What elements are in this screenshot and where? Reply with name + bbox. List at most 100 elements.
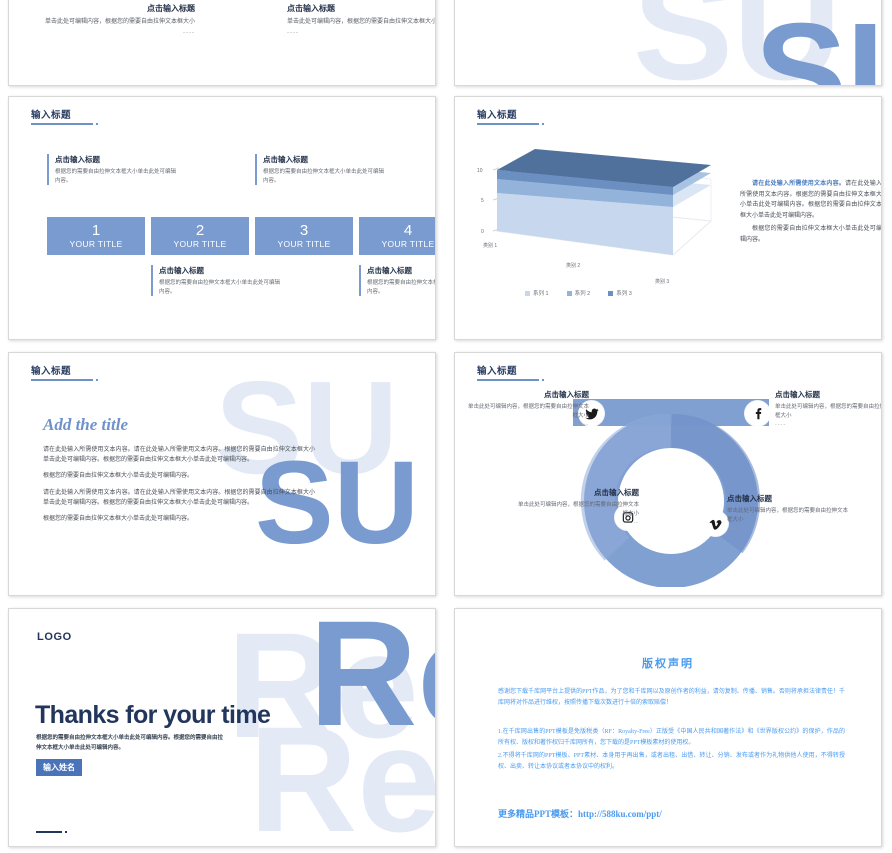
slide-copyright[interactable]: 版权声明 感谢您下载千库网平台上提供的PPT作品，为了您和千库网以及原创作者的利…: [454, 608, 882, 847]
slide-four-steps[interactable]: 输入标题 点击输入标题 根据您的需要自由拉伸文本框大小单击此处可编辑内容。 点击…: [8, 96, 436, 340]
slide-chart[interactable]: 输入标题 0 5 10 类别 1 类别 2 类别 3 系列 1 系列 2 系列 …: [454, 96, 882, 340]
more-templates-link[interactable]: 更多精品PPT模板：http://588ku.com/ppt/: [498, 807, 662, 820]
body-paragraph-1: 请在此处输入所需使用文本内容。请在此处输入所需使用文本内容。根据您的需要自由拉伸…: [43, 447, 315, 464]
section-title-rule: [31, 378, 98, 381]
social-caption-1: 点击输入标题 单击此处可编辑内容，根据您的需要自由拉伸文本框大小 ----: [463, 389, 589, 428]
slide-icons[interactable]: ⟶ ⟶ 24 点击输入标题 单击此处可编辑内容，根据您的需要自由拉伸文本框大小 …: [8, 0, 436, 86]
deck-cell-7: Re Re Re LOGO Thanks for your time 根据您的需…: [0, 602, 446, 853]
social-caption-4-title: 点击输入标题: [727, 494, 772, 503]
step-box-2-label: YOUR TITLE: [173, 239, 227, 249]
chart-legend: 系列 1 系列 2 系列 3: [525, 289, 632, 297]
step-box-4-label: YOUR TITLE: [381, 239, 435, 249]
body-copy: 请在此处输入所需使用文本内容。请在此处输入所需使用文本内容。根据您的需要自由拉伸…: [43, 445, 315, 530]
social-caption-1-body: 单击此处可编辑内容，根据您的需要自由拉伸文本框大小: [467, 404, 589, 419]
icon-caption-right-dots: ----: [287, 30, 299, 36]
x-tick-1: 类别 1: [483, 242, 497, 249]
footer-rule: [36, 831, 67, 833]
social-caption-1-title: 点击输入标题: [544, 390, 589, 399]
deck-cell-3: 输入标题 点击输入标题 根据您的需要自由拉伸文本框大小单击此处可编辑内容。 点击…: [0, 90, 446, 346]
section-title: 输入标题: [477, 107, 544, 125]
step-row: 1 YOUR TITLE 2 YOUR TITLE 3 YOUR TITLE 4…: [47, 217, 435, 255]
copyright-paragraph-1: 感谢您下载千库网平台上提供的PPT作品，为了您和千库网以及原创作者的利益，请勿复…: [498, 689, 845, 707]
social-caption-2: 点击输入标题 单击此处可编辑内容，根据您的需要自由拉伸文本框大小 ----: [775, 389, 881, 429]
legend-swatch-1: [525, 290, 530, 296]
vimeo-icon[interactable]: [703, 511, 728, 536]
legend-item-1[interactable]: 系列 1: [525, 289, 549, 297]
step-caption-3-body: 根据您的需要自由拉伸文本框大小单击此处可编辑内容。: [263, 169, 385, 184]
legend-swatch-3: [608, 290, 614, 296]
page-title: Add the title: [43, 415, 128, 434]
legend-item-3[interactable]: 系列 3: [608, 289, 632, 297]
step-box-2-number: 2: [195, 222, 205, 239]
legend-swatch-2: [566, 290, 572, 296]
social-caption-3-dots: ----: [627, 520, 639, 527]
slide-su-cover[interactable]: SU SU: [454, 0, 882, 86]
icon-caption-left-dots: ----: [183, 30, 195, 36]
deck-cell-6: 输入标题 点击输入标题 单击此处可编辑内容，根据您的需要自由拉伸文本框大小 --…: [446, 346, 892, 602]
slide-social-ring[interactable]: 输入标题 点击输入标题 单击此处可编辑内容，根据您的需要自由拉伸文本框大小 --…: [454, 352, 882, 596]
step-caption-4: 点击输入标题 根据您的需要自由拉伸文本框大小单击此处可编辑内容。: [359, 265, 435, 297]
step-caption-3: 点击输入标题 根据您的需要自由拉伸文本框大小单击此处可编辑内容。: [255, 154, 385, 186]
thanks-subtitle: 根据您的需要自由拉伸文本框大小单击此处可编辑内容。根据您的需要自由拉伸文本框大小…: [36, 735, 224, 751]
facebook-icon[interactable]: [745, 401, 770, 426]
section-title-text: 输入标题: [477, 366, 518, 377]
body-paragraph-4: 根据您的需要自由拉伸文本框大小单击此处可编辑内容。: [43, 515, 194, 522]
step-box-2[interactable]: 2 YOUR TITLE: [151, 217, 249, 255]
step-box-3[interactable]: 3 YOUR TITLE: [255, 217, 353, 255]
section-title-rule: [477, 122, 544, 125]
icon-caption-left: 点击输入标题 单击此处可编辑内容，根据您的需要自由拉伸文本框大小 ----: [43, 3, 195, 36]
section-title: 输入标题: [477, 363, 544, 381]
deck-cell-1: ⟶ ⟶ 24 点击输入标题 单击此处可编辑内容，根据您的需要自由拉伸文本框大小 …: [0, 0, 446, 90]
body-paragraph-2: 根据您的需要自由拉伸文本框大小单击此处可编辑内容。: [43, 473, 194, 480]
slide-add-title[interactable]: SU SU 输入标题 Add the title 请在此处输入所需使用文本内容。…: [8, 352, 436, 596]
legend-item-2[interactable]: 系列 2: [566, 289, 591, 297]
slide-thanks[interactable]: Re Re Re LOGO Thanks for your time 根据您的需…: [8, 608, 436, 847]
step-box-3-number: 3: [299, 222, 309, 239]
step-box-1-label: YOUR TITLE: [69, 239, 123, 249]
background-letters-mid: Re: [309, 608, 435, 757]
social-caption-2-title: 点击输入标题: [775, 390, 820, 399]
icon-caption-right: 点击输入标题 单击此处可编辑内容，根据您的需要自由拉伸文本框大小 ----: [287, 3, 436, 36]
x-tick-3: 类别 3: [655, 278, 669, 285]
deck-cell-2: SU SU: [446, 0, 892, 90]
copyright-item-1: 1.在千库网出售的PPT模板是免版税类（RF：Royalty-Free）正版受《…: [498, 729, 845, 747]
chart-description-p1: 请在此处输入所需使用文本内容。请在此处输入所需使用文本内容。根据您的需要自由拉伸…: [740, 179, 881, 221]
social-caption-2-dots: ----: [775, 422, 787, 429]
copyright-title: 版权声明: [642, 658, 694, 670]
social-caption-3-title: 点击输入标题: [594, 488, 639, 497]
y-tick-5: 5: [481, 198, 484, 204]
deck-cell-8: 版权声明 感谢您下载千库网平台上提供的PPT作品，为了您和千库网以及原创作者的利…: [446, 602, 892, 853]
name-button[interactable]: 输入姓名: [36, 759, 82, 776]
background-letters-mid: SU: [755, 0, 881, 86]
legend-label-2: 系列 2: [574, 291, 591, 297]
body-paragraph-3: 请在此处输入所需使用文本内容。请在此处输入所需使用文本内容。根据您的需要自由拉伸…: [43, 489, 315, 506]
section-title-text: 输入标题: [31, 366, 72, 377]
step-caption-2-title: 点击输入标题: [159, 266, 204, 275]
y-tick-10: 10: [477, 168, 483, 174]
deck-cell-5: SU SU 输入标题 Add the title 请在此处输入所需使用文本内容。…: [0, 346, 446, 602]
step-caption-1-body: 根据您的需要自由拉伸文本框大小单击此处可编辑内容。: [55, 169, 177, 184]
social-caption-4-dots: ----: [727, 526, 739, 533]
step-caption-4-title: 点击输入标题: [367, 266, 412, 275]
social-caption-2-body: 单击此处可编辑内容，根据您的需要自由拉伸文本框大小: [775, 404, 881, 419]
social-caption-4: 点击输入标题 单击此处可编辑内容，根据您的需要自由拉伸文本框大小 ----: [727, 493, 853, 532]
area-chart-3d[interactable]: 0 5 10 类别 1 类别 2 类别 3: [463, 143, 731, 293]
step-box-4-number: 4: [403, 222, 413, 239]
step-caption-1-title: 点击输入标题: [55, 155, 100, 164]
section-title-rule: [31, 122, 98, 125]
icon-caption-right-body: 单击此处可编辑内容，根据您的需要自由拉伸文本框大小: [287, 19, 436, 25]
step-caption-4-body: 根据您的需要自由拉伸文本框大小单击此处可编辑内容。: [367, 280, 435, 295]
step-box-4[interactable]: 4 YOUR TITLE: [359, 217, 435, 255]
step-box-1-number: 1: [91, 222, 101, 239]
social-caption-1-dots: ----: [577, 422, 589, 429]
slide-deck: ⟶ ⟶ 24 点击输入标题 单击此处可编辑内容，根据您的需要自由拉伸文本框大小 …: [0, 0, 892, 853]
social-caption-3: 点击输入标题 单击此处可编辑内容，根据您的需要自由拉伸文本框大小 ----: [513, 487, 639, 526]
x-tick-2: 类别 2: [566, 262, 580, 269]
icon-caption-right-title: 点击输入标题: [287, 4, 335, 13]
section-title: 输入标题: [31, 107, 98, 125]
step-box-1[interactable]: 1 YOUR TITLE: [47, 217, 145, 255]
social-caption-4-body: 单击此处可编辑内容，根据您的需要自由拉伸文本框大小: [727, 508, 849, 523]
page-title: Thanks for your time: [35, 701, 271, 729]
chart-description-p2: 根据您的需要自由拉伸文本框大小单击此处可编辑内容。: [740, 226, 882, 243]
copyright-item-2: 2.不得将千库网的PPT模板、PPT素材、本身用于再出售，或者出租、出借、转让、…: [498, 753, 845, 771]
